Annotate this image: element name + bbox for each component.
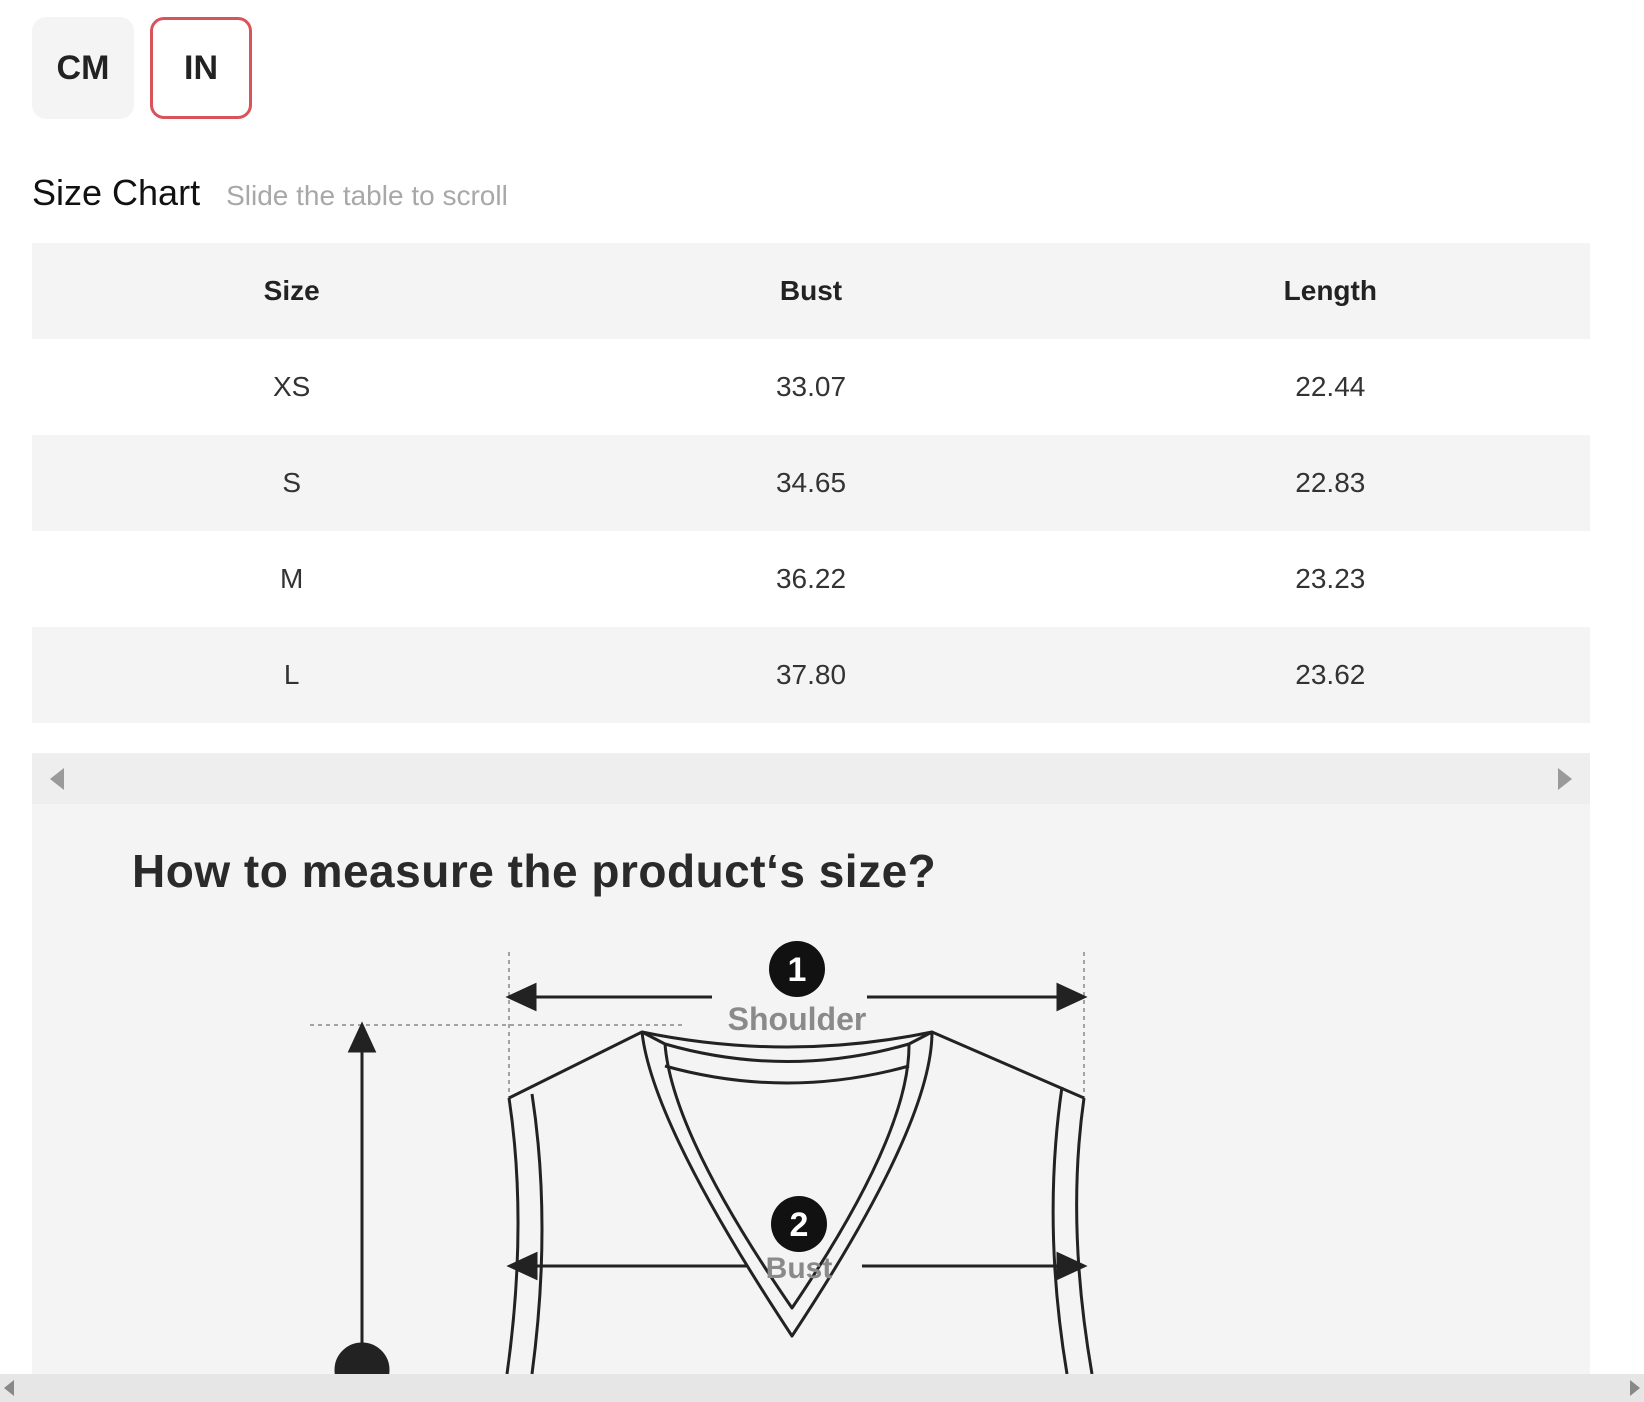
cell-length: 22.83: [1295, 467, 1366, 498]
shoulder-marker-number: 1: [788, 951, 807, 989]
table-row: XS 33.07 22.44: [32, 339, 1590, 435]
scroll-right-icon[interactable]: [1558, 768, 1572, 790]
cell-bust: 34.65: [775, 467, 847, 498]
cell-size: M: [280, 563, 304, 594]
unit-in-button[interactable]: IN: [150, 17, 252, 119]
column-header-size: Size: [263, 275, 320, 306]
shoulder-marker: 1 Shoulder: [728, 941, 867, 1037]
column-header-bust: Bust: [779, 275, 843, 306]
shoulder-label: Shoulder: [728, 1001, 867, 1037]
scroll-hint: Slide the table to scroll: [226, 180, 508, 211]
column-header-length: Length: [1283, 275, 1377, 306]
size-table[interactable]: Size Bust Length XS 33.07 22.44 S 34.65 …: [32, 243, 1590, 723]
cell-size: S: [282, 467, 301, 498]
cell-size: XS: [272, 371, 311, 402]
page-scroll-left-icon[interactable]: [4, 1380, 14, 1396]
cell-size: L: [283, 659, 300, 690]
cell-length: 22.44: [1295, 371, 1366, 402]
size-guide-page: CM IN Size Chart Slide the table to scro…: [0, 0, 1644, 1402]
cell-length: 23.23: [1295, 563, 1366, 594]
table-header-row: Size Bust Length: [32, 243, 1590, 339]
cell-bust: 36.22: [775, 563, 847, 594]
table-row: M 36.22 23.23: [32, 531, 1590, 627]
page-horizontal-scrollbar[interactable]: [0, 1374, 1644, 1402]
bust-marker: 2 Bust: [766, 1196, 833, 1285]
size-chart-title: Size Chart: [32, 172, 201, 213]
page-scroll-right-icon[interactable]: [1630, 1380, 1640, 1396]
cell-bust: 37.80: [775, 659, 847, 690]
table-horizontal-scrollbar[interactable]: [32, 753, 1590, 804]
table-row: L 37.80 23.62: [32, 627, 1590, 723]
cell-length: 23.62: [1295, 659, 1366, 690]
cell-bust: 33.07: [775, 371, 847, 402]
vest-diagram: 1 Shoulder 2 Bust: [310, 941, 1094, 1374]
unit-cm-button[interactable]: CM: [32, 17, 134, 119]
scroll-left-icon[interactable]: [50, 768, 64, 790]
size-chart-header: Size Chart Slide the table to scroll: [32, 172, 508, 214]
unit-toggle: CM IN: [32, 17, 252, 119]
table-row: S 34.65 22.83: [32, 435, 1590, 531]
measure-guide-image: How to measure the product‘s size? 1 Sho…: [32, 804, 1590, 1374]
bust-label: Bust: [766, 1252, 833, 1285]
bust-marker-number: 2: [790, 1206, 809, 1244]
